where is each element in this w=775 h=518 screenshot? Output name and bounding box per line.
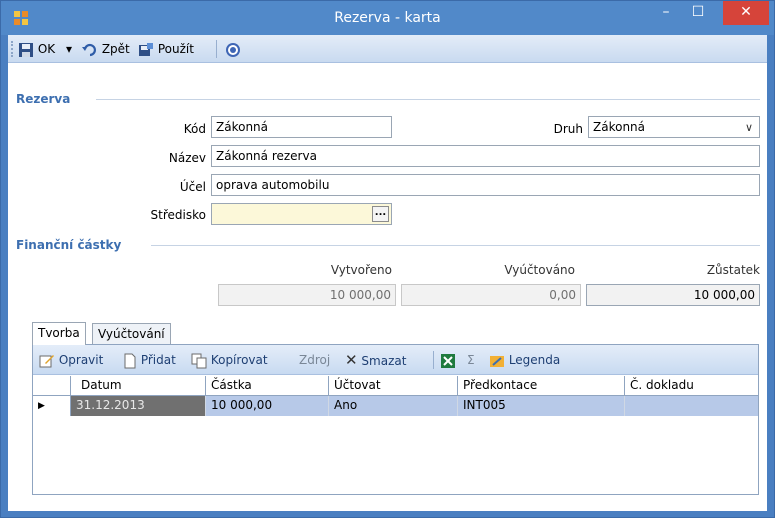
created-label: Vytvořeno: [330, 263, 392, 277]
kind-label: Druh: [553, 122, 583, 136]
tab-tvorba[interactable]: Tvorba: [32, 322, 86, 345]
name-field[interactable]: Zákonná rezerva: [211, 145, 760, 167]
code-label: Kód: [183, 122, 206, 136]
code-field[interactable]: Zákonná: [211, 116, 392, 138]
ok-button[interactable]: OK: [18, 40, 55, 58]
apply-label: Použít: [157, 42, 194, 56]
ok-label: OK: [37, 42, 56, 56]
new-document-icon: [124, 353, 136, 368]
legend-button[interactable]: Legenda: [489, 351, 560, 369]
grid-toolbar: Opravit Přidat Kopírovat Zdroj ✕ Smazat …: [33, 345, 758, 375]
delete-icon: ✕: [345, 351, 358, 369]
delete-label: Smazat: [361, 354, 407, 368]
toolbar-separator: [216, 40, 217, 58]
app-window: Rezerva - karta – ☐ ✕ OK ▾ Zpět Použít R…: [0, 0, 775, 518]
sum-button[interactable]: Σ: [467, 351, 475, 369]
window-client-area: OK ▾ Zpět Použít Rezerva Kód Zákonná Dru…: [8, 35, 767, 511]
grid-header: Datum Částka Účtovat Předkontace Č. dokl…: [33, 376, 758, 396]
kind-value: Zákonná: [593, 120, 646, 134]
help-icon: [226, 42, 240, 57]
column-header-castka[interactable]: Částka: [206, 376, 329, 396]
cell-cislo-dokladu[interactable]: [625, 396, 758, 416]
tab-panel: Opravit Přidat Kopírovat Zdroj ✕ Smazat …: [32, 344, 759, 495]
cell-datum[interactable]: 31.12.2013: [71, 396, 206, 416]
column-header-predkontace[interactable]: Předkontace: [458, 376, 625, 396]
row-indicator-header: [33, 376, 71, 396]
chevron-down-icon[interactable]: ∨: [745, 118, 753, 137]
copy-icon: [191, 353, 207, 368]
purpose-field[interactable]: oprava automobilu: [211, 174, 760, 196]
tab-vyuctovani[interactable]: Vyúčtování: [92, 323, 171, 345]
copy-label: Kopírovat: [210, 353, 268, 367]
column-header-datum[interactable]: Datum: [71, 376, 206, 396]
amounts-section-divider: [151, 245, 760, 246]
maximize-button[interactable]: ☐: [683, 1, 713, 25]
legend-icon: [490, 355, 504, 367]
center-label: Středisko: [150, 208, 206, 222]
delete-button[interactable]: ✕ Smazat: [345, 351, 406, 369]
purpose-label: Účel: [179, 180, 206, 194]
back-label: Zpět: [101, 42, 130, 56]
legend-label: Legenda: [508, 353, 561, 367]
minimize-button[interactable]: –: [651, 1, 681, 25]
close-button[interactable]: ✕: [723, 1, 769, 25]
settled-label: Vyúčtováno: [504, 263, 575, 277]
column-header-cislo-dokladu[interactable]: Č. dokladu: [625, 376, 758, 396]
edit-button[interactable]: Opravit: [39, 351, 103, 369]
excel-export-button[interactable]: [440, 351, 456, 369]
edit-label: Opravit: [58, 353, 104, 367]
cell-castka[interactable]: 10 000,00: [206, 396, 329, 416]
help-button[interactable]: [225, 40, 241, 58]
ok-dropdown-button[interactable]: ▾: [66, 40, 72, 58]
name-label: Název: [168, 151, 206, 165]
cell-predkontace[interactable]: INT005: [458, 396, 625, 416]
cell-uctovat[interactable]: Ano: [329, 396, 458, 416]
apply-button[interactable]: Použít: [138, 40, 194, 58]
source-button[interactable]: Zdroj: [299, 351, 330, 369]
title-bar[interactable]: Rezerva - karta – ☐ ✕: [1, 1, 774, 35]
undo-icon: [82, 43, 96, 56]
center-field[interactable]: ...: [211, 203, 392, 225]
save-icon: [19, 42, 33, 57]
excel-icon: [441, 353, 455, 368]
created-amount-field: 10 000,00: [218, 284, 396, 306]
settled-amount-field: 0,00: [401, 284, 581, 306]
reserve-section-title: Rezerva: [16, 92, 71, 106]
balance-amount-field: 10 000,00: [586, 284, 760, 306]
row-indicator[interactable]: ▶: [33, 396, 71, 416]
column-header-uctovat[interactable]: Účtovat: [329, 376, 458, 396]
kind-select[interactable]: Zákonná ∨: [588, 116, 760, 138]
grid-toolbar-separator: [433, 351, 434, 369]
balance-label: Zůstatek: [706, 263, 760, 277]
main-toolbar: OK ▾ Zpět Použít: [8, 35, 767, 63]
amounts-section-title: Finanční částky: [16, 238, 122, 252]
copy-button[interactable]: Kopírovat: [191, 351, 268, 369]
edit-icon: [39, 354, 54, 367]
save-apply-icon: [139, 42, 153, 56]
add-label: Přidat: [140, 353, 176, 367]
table-row[interactable]: ▶ 31.12.2013 10 000,00 Ano INT005: [33, 396, 758, 416]
back-button[interactable]: Zpět: [82, 40, 130, 58]
reserve-section-divider: [96, 99, 760, 100]
add-button[interactable]: Přidat: [123, 351, 176, 369]
toolbar-grip[interactable]: [11, 41, 13, 57]
center-browse-button[interactable]: ...: [372, 206, 389, 222]
